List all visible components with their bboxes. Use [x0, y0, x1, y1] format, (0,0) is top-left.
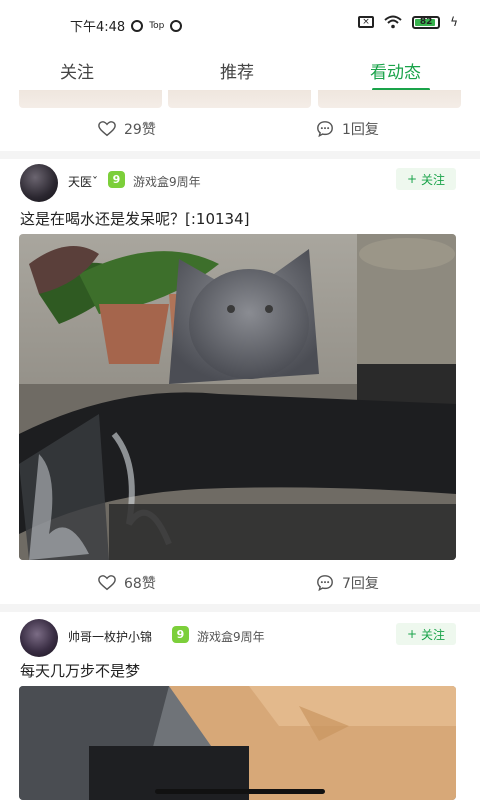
wifi-icon [384, 15, 402, 29]
post-text[interactable]: 每天几万步不是梦 [20, 660, 140, 681]
top-tabs: 关注 推荐 看动态 [0, 48, 480, 92]
heart-icon [98, 575, 116, 591]
status-right: × 82 ϟ [358, 15, 458, 29]
treadmill-photo [19, 686, 456, 800]
reply-button[interactable]: 7回复 [316, 573, 379, 593]
home-indicator[interactable] [155, 789, 325, 794]
status-time: 下午4:48 [70, 20, 126, 35]
like-count: 29赞 [124, 122, 156, 138]
battery-level: 82 [419, 16, 433, 27]
follow-label: 关注 [421, 627, 446, 642]
status-bar: 下午4:48 Top × 82 ϟ [0, 0, 480, 48]
notification-icon [131, 19, 144, 32]
post-divider [0, 151, 480, 159]
user-name[interactable]: 帅哥一枚护小锦 [68, 628, 152, 645]
plus-icon: + [406, 172, 418, 186]
status-left: 下午4:48 Top [70, 16, 183, 35]
like-count: 68赞 [124, 576, 156, 592]
tab-follow[interactable]: 关注 [60, 58, 94, 83]
avatar[interactable] [20, 619, 58, 657]
previous-post-images [0, 90, 480, 108]
game-box-badge-icon: 9 [172, 626, 189, 643]
game-box-badge-icon: 9 [108, 171, 125, 188]
reply-count: 1回复 [342, 122, 379, 138]
post-actions: 68赞 7回复 [0, 573, 480, 601]
like-button[interactable]: 29赞 [98, 119, 156, 139]
app-notification-icon [170, 19, 183, 32]
comment-icon [317, 121, 333, 138]
tab-recommend[interactable]: 推荐 [220, 58, 254, 83]
reply-button[interactable]: 1回复 [316, 119, 379, 139]
battery-icon: 82 [412, 15, 441, 29]
post-divider [0, 604, 480, 612]
previous-post-image[interactable] [19, 90, 162, 108]
charging-icon: ϟ [450, 15, 458, 29]
previous-post-actions: 29赞 1回复 [0, 119, 480, 147]
previous-post-image[interactable] [168, 90, 311, 108]
cat-drinking-photo [19, 234, 456, 560]
avatar[interactable] [20, 164, 58, 202]
tab-dynamics[interactable]: 看动态 [370, 58, 421, 83]
post-image[interactable] [19, 234, 456, 560]
anniversary-label: 游戏盒9周年 [133, 175, 201, 189]
user-name[interactable]: 天医ˇ [68, 173, 98, 190]
heart-icon [98, 121, 116, 137]
like-button[interactable]: 68赞 [98, 573, 156, 593]
post-header: 天医ˇ 9 游戏盒9周年 + 关注 [0, 164, 480, 204]
follow-button[interactable]: + 关注 [396, 168, 456, 190]
no-sim-icon: × [358, 16, 375, 28]
follow-label: 关注 [421, 172, 446, 187]
post-text[interactable]: 这是在喝水还是发呆呢？[:10134] [20, 208, 249, 229]
comment-icon [317, 575, 333, 592]
follow-button[interactable]: + 关注 [396, 623, 456, 645]
anniversary-label: 游戏盒9周年 [197, 630, 265, 644]
status-carrier-label: Top [149, 20, 165, 31]
post-image[interactable] [19, 686, 456, 800]
post-header: 帅哥一枚护小锦 9 游戏盒9周年 + 关注 [0, 619, 480, 659]
reply-count: 7回复 [342, 576, 379, 592]
previous-post-image[interactable] [318, 90, 461, 108]
plus-icon: + [406, 627, 418, 641]
